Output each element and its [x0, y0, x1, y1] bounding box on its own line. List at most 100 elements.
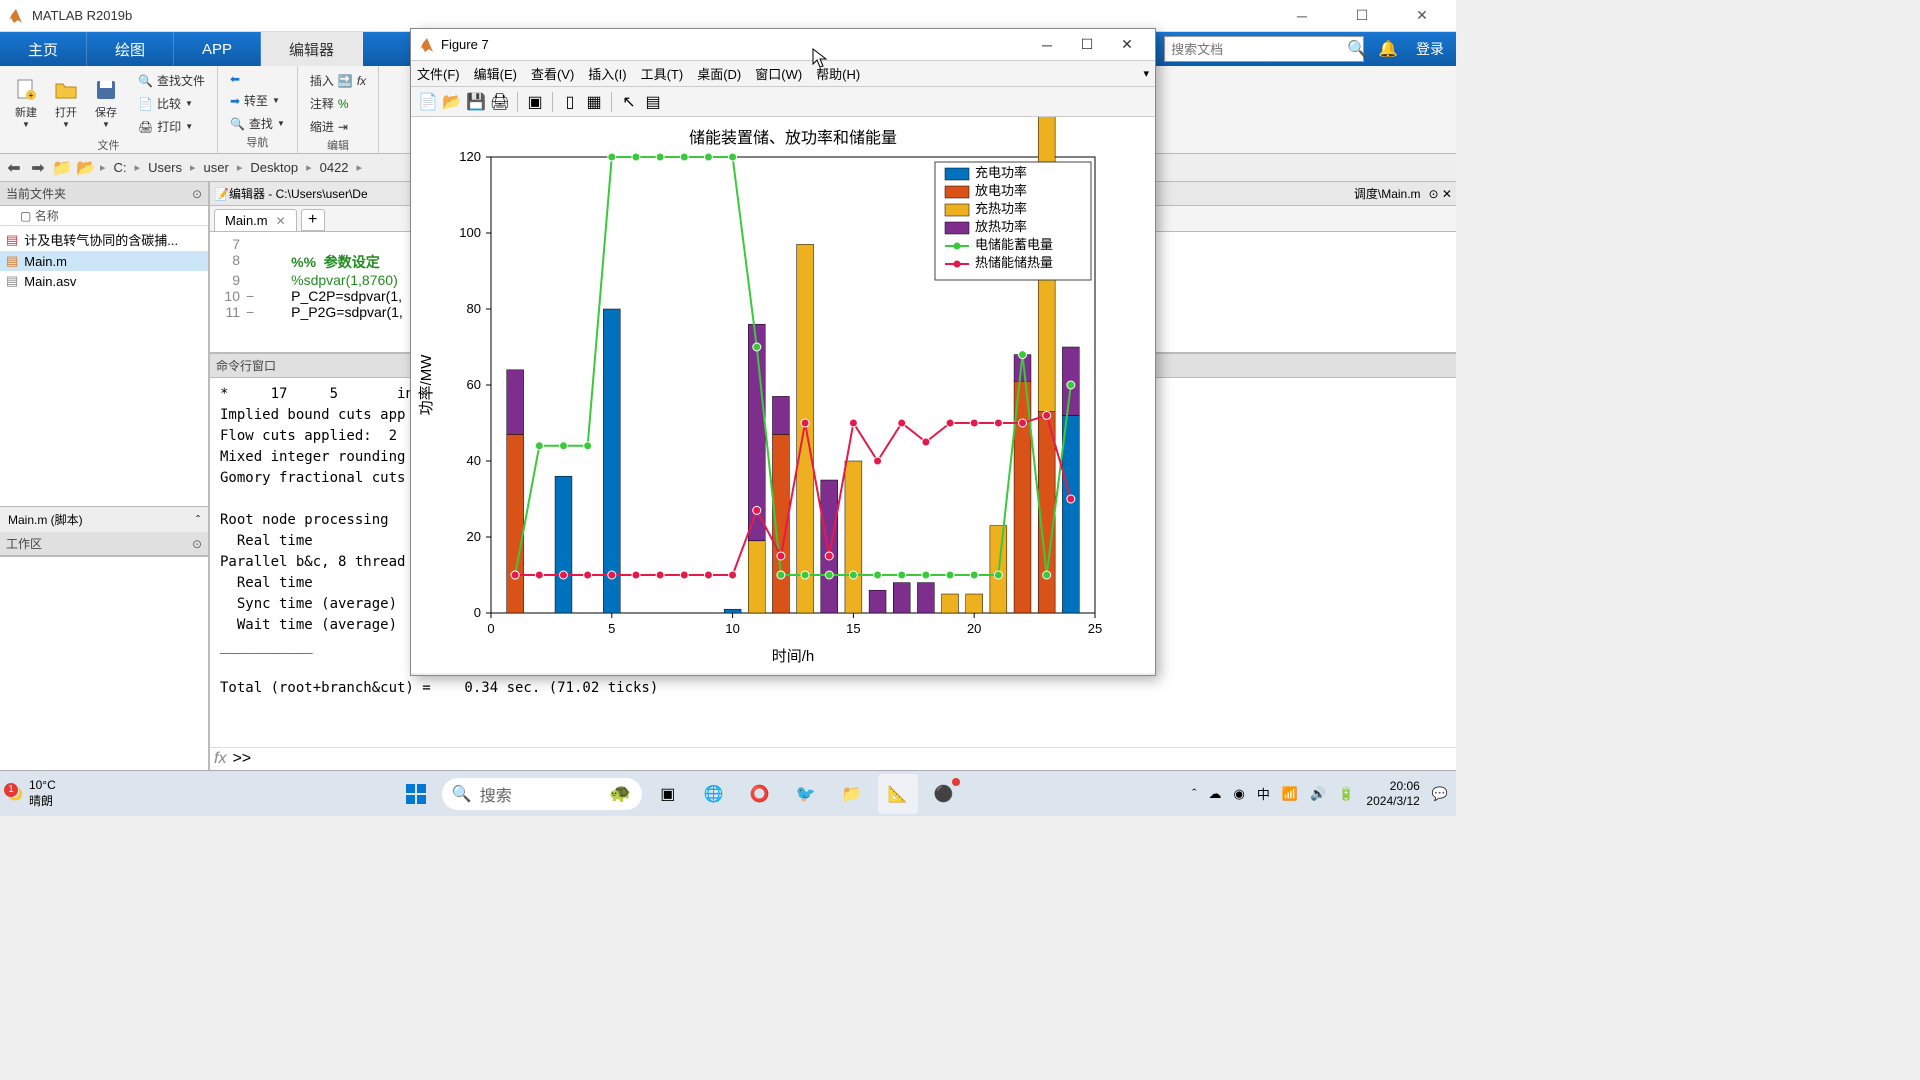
nav-fwd-icon[interactable]: ➡	[28, 158, 48, 178]
weather-widget[interactable]: 🌙1 10°C晴朗	[8, 778, 56, 809]
add-tab-button[interactable]: +	[301, 209, 325, 231]
battery-icon[interactable]: 🔋	[1338, 786, 1354, 802]
back-button[interactable]: ⬅	[226, 70, 289, 88]
figure-window[interactable]: Figure 7 ─ ☐ ✕ 文件(F) 编辑(E) 查看(V) 插入(I) 工…	[410, 28, 1156, 676]
figure-titlebar[interactable]: Figure 7 ─ ☐ ✕	[411, 29, 1155, 61]
open-button[interactable]: 打开▼	[48, 76, 84, 131]
crumb[interactable]: Desktop	[246, 160, 302, 175]
search-icon: 🔍	[452, 784, 472, 804]
pointer-icon[interactable]: ↖	[618, 91, 640, 113]
fig-maximize-button[interactable]: ☐	[1067, 36, 1107, 53]
panel-menu-icon[interactable]: ⊙ ✕	[1429, 187, 1452, 201]
nav-browse-icon[interactable]: 📂	[76, 158, 96, 178]
explorer-icon[interactable]: 📁	[832, 774, 872, 814]
find-button[interactable]: 🔍查找▼	[226, 113, 289, 134]
open-fig-icon[interactable]: 📂	[441, 91, 463, 113]
save-fig-icon[interactable]: 💾	[465, 91, 487, 113]
volume-icon[interactable]: 🔊	[1310, 786, 1326, 802]
menu-desktop[interactable]: 桌面(D)	[697, 64, 741, 83]
svg-text:5: 5	[608, 621, 615, 636]
panel-menu-icon[interactable]: ⊙	[192, 537, 202, 551]
login-button[interactable]: 登录	[1404, 32, 1456, 66]
obs-icon[interactable]: ⚫	[924, 774, 964, 814]
file-item[interactable]: ▤Main.asv	[0, 271, 208, 291]
tab-editor[interactable]: 编辑器	[261, 32, 363, 66]
app-icon[interactable]: 🐦	[786, 774, 826, 814]
print-button[interactable]: 🖨打印▼	[134, 116, 209, 137]
onedrive-icon[interactable]: ☁	[1209, 786, 1222, 802]
pdf-icon: ▤	[6, 232, 18, 248]
file-item[interactable]: ▤Main.m	[0, 251, 208, 271]
tray-overflow-icon[interactable]: ˆ	[1192, 786, 1196, 801]
indent-button[interactable]: 缩进 ⇥	[306, 116, 370, 137]
compare-button[interactable]: 📄比较▼	[134, 93, 209, 114]
menu-tools[interactable]: 工具(T)	[641, 64, 684, 83]
ime-icon[interactable]: 中	[1257, 784, 1270, 803]
svg-text:0: 0	[487, 621, 494, 636]
svg-text:储能装置储、放功率和储能量: 储能装置储、放功率和储能量	[689, 129, 897, 147]
search-docs-input[interactable]	[1171, 42, 1347, 57]
app-icon[interactable]: ⭕	[740, 774, 780, 814]
system-tray: ˆ ☁ ◉ 中 📶 🔊 🔋 20:062024/3/12 💬	[1192, 779, 1448, 808]
svg-text:放电功率: 放电功率	[975, 183, 1027, 198]
rotate-icon[interactable]: ▯	[559, 91, 581, 113]
new-button[interactable]: +新建▼	[8, 76, 44, 131]
search-docs-box[interactable]: 🔍	[1164, 36, 1364, 62]
minimize-button[interactable]: ─	[1284, 4, 1320, 28]
wifi-icon[interactable]: 📶	[1282, 786, 1298, 802]
file-item[interactable]: ▤计及电转气协同的含碳捕...	[0, 228, 208, 251]
app-title: MATLAB R2019b	[32, 8, 1284, 23]
close-tab-icon[interactable]: ✕	[276, 214, 286, 228]
menu-window[interactable]: 窗口(W)	[755, 64, 802, 83]
menu-file[interactable]: 文件(F)	[417, 64, 460, 83]
tab-apps[interactable]: APP	[174, 32, 261, 66]
panel-menu-icon[interactable]: ⊙	[192, 187, 202, 201]
matlab-taskbar-icon[interactable]: 📐	[878, 774, 918, 814]
tab-home[interactable]: 主页	[0, 32, 87, 66]
menu-more-icon[interactable]: ▾	[1143, 67, 1149, 80]
datacursor-icon[interactable]: ▦	[583, 91, 605, 113]
maximize-button[interactable]: ☐	[1344, 4, 1380, 28]
svg-text:0: 0	[474, 605, 481, 620]
nav-back-icon[interactable]: ⬅	[4, 158, 24, 178]
print-fig-icon[interactable]: 🖨	[489, 91, 511, 113]
file-tab[interactable]: Main.m✕	[214, 209, 297, 231]
menu-view[interactable]: 查看(V)	[531, 64, 574, 83]
location-icon[interactable]: ◉	[1234, 786, 1245, 802]
crumb[interactable]: C:	[110, 160, 131, 175]
fig-close-button[interactable]: ✕	[1107, 36, 1147, 53]
figure-toolbar: 📄 📂 💾 🖨 ▣ ▯ ▦ ↖ ▤	[411, 87, 1155, 117]
save-button[interactable]: 保存▼	[88, 76, 124, 131]
insert-button[interactable]: 插入 🔜 fx	[306, 70, 370, 91]
clock[interactable]: 20:062024/3/12	[1366, 779, 1419, 808]
command-prompt[interactable]: fx>>	[210, 747, 1456, 770]
menu-edit[interactable]: 编辑(E)	[474, 64, 517, 83]
close-button[interactable]: ✕	[1404, 4, 1440, 28]
menu-help[interactable]: 帮助(H)	[816, 64, 860, 83]
search-icon[interactable]: 🔍	[1347, 39, 1367, 59]
new-fig-icon[interactable]: 📄	[417, 91, 439, 113]
crumb[interactable]: user	[200, 160, 233, 175]
fig-minimize-button[interactable]: ─	[1027, 37, 1067, 53]
findfiles-button[interactable]: 🔍查找文件	[134, 70, 209, 91]
crumb[interactable]: Users	[144, 160, 186, 175]
taskbar-search[interactable]: 🔍搜索🐢	[442, 778, 642, 810]
plot-axes[interactable]: 储能装置储、放功率和储能量0204060801001200510152025时间…	[411, 117, 1155, 673]
expand-icon[interactable]: ˆ	[196, 513, 200, 527]
crumb[interactable]: 0422	[316, 160, 353, 175]
goto-button[interactable]: ➡转至▼	[226, 90, 289, 111]
name-column[interactable]: 名称	[35, 207, 59, 224]
edge-icon[interactable]: 🌐	[694, 774, 734, 814]
notifications-icon[interactable]: 💬	[1432, 786, 1448, 802]
start-button[interactable]	[396, 774, 436, 814]
svg-text:40: 40	[467, 453, 481, 468]
taskview-icon[interactable]: ▣	[648, 774, 688, 814]
insert-legend-icon[interactable]: ▤	[642, 91, 664, 113]
menu-insert[interactable]: 插入(I)	[588, 64, 626, 83]
comment-button[interactable]: 注释 %	[306, 93, 370, 114]
tab-plots[interactable]: 绘图	[87, 32, 174, 66]
notification-bell-icon[interactable]: 🔔	[1372, 32, 1404, 66]
nav-up-icon[interactable]: 📁	[52, 158, 72, 178]
svg-text:+: +	[29, 91, 34, 100]
dock-icon[interactable]: ▣	[524, 91, 546, 113]
